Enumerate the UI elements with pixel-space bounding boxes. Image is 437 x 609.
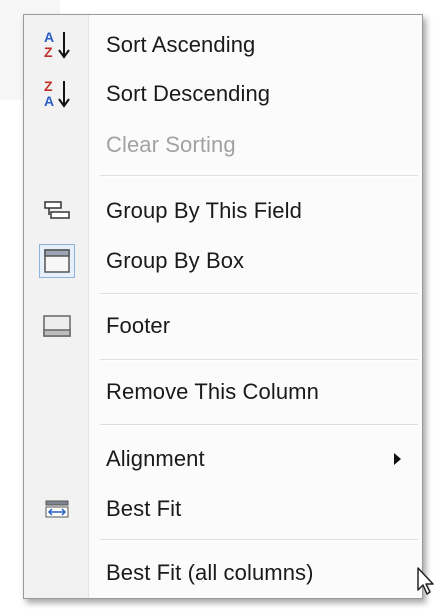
menu-item-label: Remove This Column <box>106 379 319 404</box>
menu-item-group-by-box[interactable]: Group By Box <box>24 237 422 285</box>
menu-item-remove-this-column[interactable]: Remove This Column <box>24 368 422 416</box>
footer-icon <box>35 304 79 348</box>
menu-item-label: Sort Ascending <box>106 32 256 57</box>
menu-item-label: Best Fit <box>106 496 182 521</box>
menu-separator <box>100 175 418 177</box>
sort-letter-z: Z <box>44 78 53 94</box>
sort-letter-z: Z <box>44 44 53 60</box>
menu-separator <box>100 539 418 541</box>
submenu-arrow-icon <box>394 453 401 465</box>
menu-item-footer[interactable]: Footer <box>24 302 422 350</box>
menu-item-label: Sort Descending <box>106 81 271 106</box>
menu-item-sort-descending[interactable]: Z A Sort Descending <box>24 70 422 118</box>
menu-separator <box>100 359 418 361</box>
mouse-pointer-icon <box>417 567 434 595</box>
menu-item-sort-ascending[interactable]: A Z Sort Ascending <box>24 21 422 69</box>
group-by-field-icon <box>35 189 79 233</box>
column-context-menu: A Z Sort Ascending Z A Sort Descending C… <box>23 14 423 599</box>
menu-item-label: Footer <box>106 313 171 338</box>
menu-item-label: Clear Sorting <box>106 132 236 157</box>
menu-item-best-fit-all-columns[interactable]: Best Fit (all columns) <box>24 549 422 597</box>
sort-descending-icon: Z A <box>35 72 79 116</box>
sort-letter-a: A <box>44 93 54 109</box>
menu-item-label: Alignment <box>106 446 205 471</box>
best-fit-icon <box>35 487 79 531</box>
menu-item-group-by-this-field[interactable]: Group By This Field <box>24 187 422 235</box>
group-by-box-icon <box>35 239 79 283</box>
sort-ascending-icon: A Z <box>35 23 79 67</box>
menu-item-label: Best Fit (all columns) <box>106 560 314 585</box>
menu-item-label: Group By This Field <box>106 198 302 223</box>
menu-item-label: Group By Box <box>106 248 245 273</box>
checked-state-highlight <box>39 244 75 278</box>
menu-item-best-fit[interactable]: Best Fit <box>24 485 422 533</box>
menu-separator <box>100 293 418 295</box>
menu-separator <box>100 424 418 426</box>
menu-item-clear-sorting: Clear Sorting <box>24 121 422 169</box>
menu-item-alignment[interactable]: Alignment <box>24 435 422 483</box>
sort-letter-a: A <box>44 29 54 45</box>
